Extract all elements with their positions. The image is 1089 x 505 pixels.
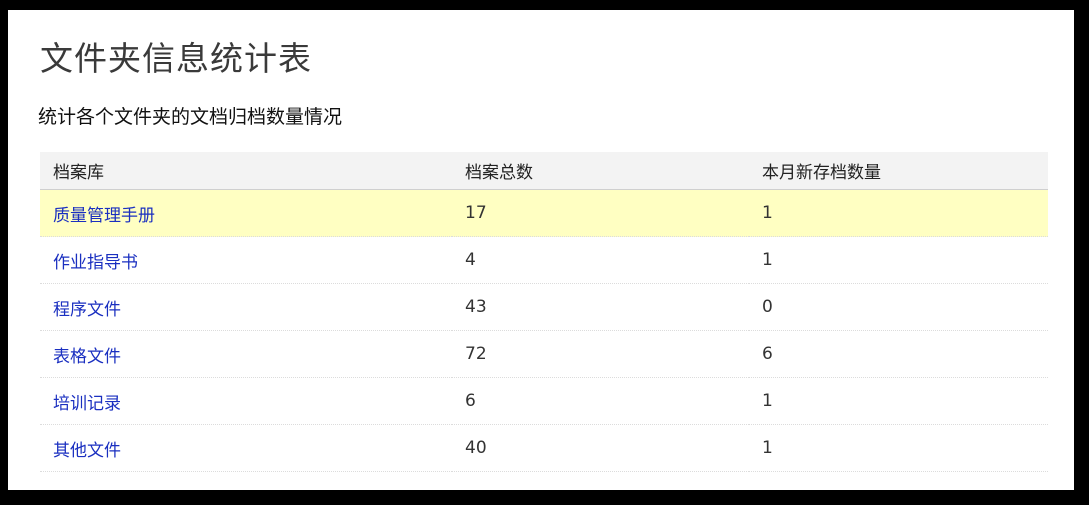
archive-link[interactable]: 程序文件 bbox=[53, 300, 121, 320]
total-cell: 17 bbox=[452, 189, 749, 237]
new-count-cell: 0 bbox=[749, 283, 1048, 331]
folder-stats-table: 档案库 档案总数 本月新存档数量 质量管理手册 17 1 作业指导书 4 1 程… bbox=[40, 152, 1048, 472]
new-count-cell: 1 bbox=[749, 424, 1048, 472]
table-row: 作业指导书 4 1 bbox=[40, 236, 1048, 284]
table-row: 其他文件 40 1 bbox=[40, 424, 1048, 472]
archive-cell: 作业指导书 bbox=[40, 236, 452, 284]
total-cell: 40 bbox=[452, 424, 749, 472]
page-subtitle: 统计各个文件夹的文档归档数量情况 bbox=[38, 106, 343, 128]
archive-cell: 培训记录 bbox=[40, 377, 452, 425]
archive-link[interactable]: 质量管理手册 bbox=[53, 206, 155, 226]
table-row: 表格文件 72 6 bbox=[40, 330, 1048, 378]
archive-cell: 其他文件 bbox=[40, 424, 452, 472]
total-cell: 43 bbox=[452, 283, 749, 331]
total-cell: 4 bbox=[452, 236, 749, 284]
table-header-row: 档案库 档案总数 本月新存档数量 bbox=[40, 152, 1048, 190]
total-cell: 72 bbox=[452, 330, 749, 378]
column-header-total: 档案总数 bbox=[452, 152, 749, 190]
archive-link[interactable]: 其他文件 bbox=[53, 441, 121, 461]
archive-link[interactable]: 作业指导书 bbox=[53, 253, 138, 273]
new-count-cell: 1 bbox=[749, 189, 1048, 237]
table-row: 培训记录 6 1 bbox=[40, 377, 1048, 425]
column-header-new-this-month: 本月新存档数量 bbox=[749, 152, 1048, 190]
archive-link[interactable]: 表格文件 bbox=[53, 347, 121, 367]
table-row: 程序文件 43 0 bbox=[40, 283, 1048, 331]
total-cell: 6 bbox=[452, 377, 749, 425]
new-count-cell: 1 bbox=[749, 236, 1048, 284]
archive-cell: 程序文件 bbox=[40, 283, 452, 331]
new-count-cell: 6 bbox=[749, 330, 1048, 378]
new-count-cell: 1 bbox=[749, 377, 1048, 425]
table-row: 质量管理手册 17 1 bbox=[40, 189, 1048, 237]
page-title: 文件夹信息统计表 bbox=[40, 39, 312, 78]
archive-cell: 表格文件 bbox=[40, 330, 452, 378]
report-panel: 文件夹信息统计表 统计各个文件夹的文档归档数量情况 档案库 档案总数 本月新存档… bbox=[8, 10, 1074, 490]
archive-link[interactable]: 培训记录 bbox=[53, 394, 121, 414]
column-header-archive: 档案库 bbox=[40, 152, 452, 190]
archive-cell: 质量管理手册 bbox=[40, 189, 452, 237]
